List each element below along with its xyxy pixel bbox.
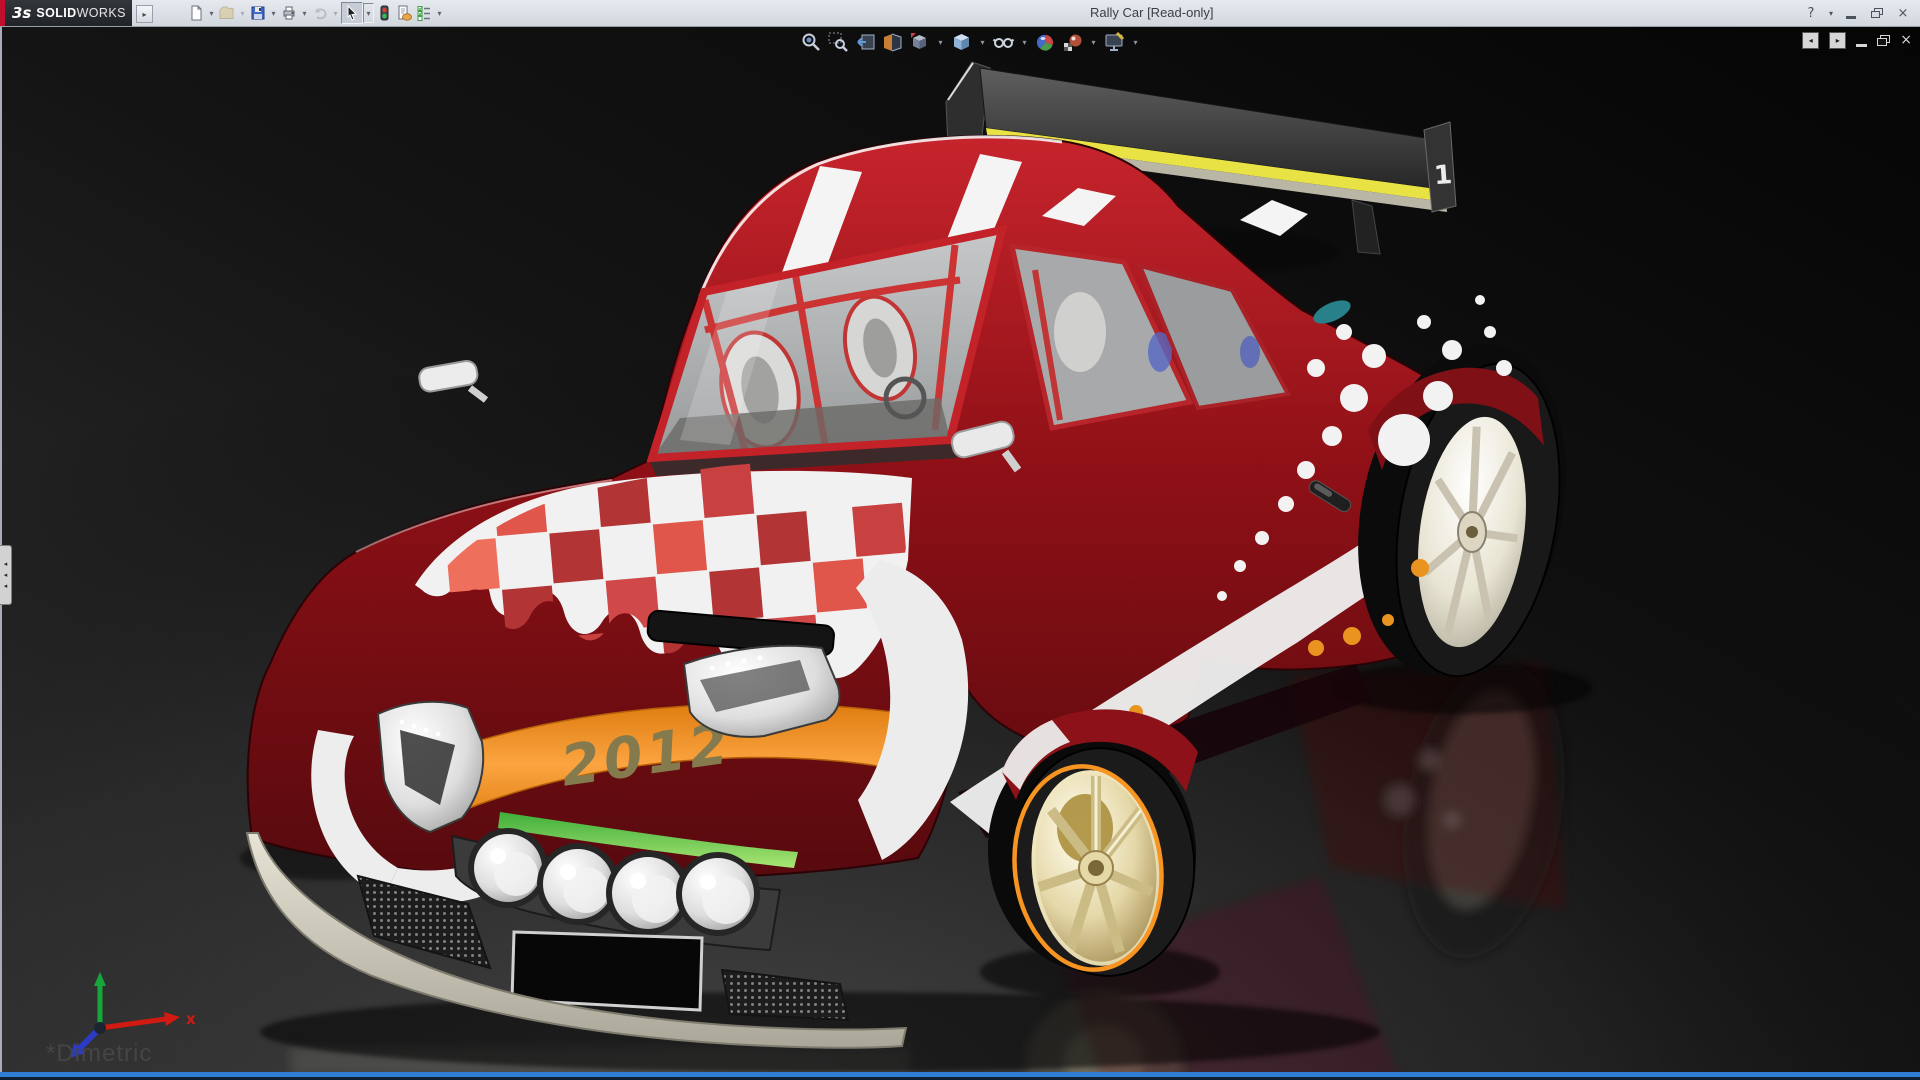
zoom-to-area-icon[interactable]: [827, 31, 850, 54]
display-style-dropdown[interactable]: ▾: [977, 38, 988, 47]
logo-text-solid: SOLID: [36, 6, 76, 20]
restore-icon: [1871, 8, 1883, 18]
view-orientation-icon[interactable]: [908, 31, 931, 54]
restore-button[interactable]: [1866, 3, 1888, 23]
print-button[interactable]: [279, 3, 299, 23]
previous-window-icon[interactable]: ◂: [1802, 32, 1819, 49]
close-button[interactable]: ×: [1892, 3, 1914, 23]
collapse-arrow-icon: ◂: [4, 560, 8, 568]
wing-number: 1: [1433, 160, 1453, 191]
file-properties-button[interactable]: [394, 3, 414, 23]
document-minimize-button[interactable]: [1856, 31, 1867, 49]
view-orientation-dropdown[interactable]: ▾: [935, 38, 946, 47]
select-cursor-icon: [343, 4, 361, 22]
triad-x-label: x: [186, 1010, 196, 1028]
hide-show-items-dropdown[interactable]: ▾: [1019, 38, 1030, 47]
next-window-icon[interactable]: ▸: [1829, 32, 1846, 49]
view-settings-icon[interactable]: [1103, 31, 1126, 54]
help-button[interactable]: ?: [1800, 3, 1822, 23]
view-settings-dropdown[interactable]: ▾: [1130, 38, 1141, 47]
logo-text-works: WORKS: [77, 6, 126, 20]
collapse-arrow-icon: ◂: [4, 571, 8, 579]
open-dropdown[interactable]: ▾: [237, 9, 248, 18]
ds-logo-icon: 3s: [12, 4, 31, 22]
previous-view-icon[interactable]: [854, 31, 877, 54]
document-title: Rally Car [Read-only]: [1090, 5, 1214, 20]
collapse-arrow-icon: ◂: [4, 582, 8, 590]
menu-expand-button[interactable]: ▸: [136, 5, 153, 23]
rebuild-traffic-light-icon: [375, 4, 393, 22]
options-button[interactable]: [414, 3, 434, 23]
view-orientation-label: *Dimetric: [46, 1040, 152, 1068]
restore-icon: [1877, 35, 1890, 46]
rebuild-button[interactable]: [374, 3, 394, 23]
edit-appearance-icon[interactable]: [1034, 31, 1057, 54]
print-dropdown[interactable]: ▾: [299, 9, 310, 18]
title-bar: 3s SOLIDWORKS ▸ ▾ ▾ ▾ ▾ ▾ ▾: [0, 0, 1920, 27]
section-view-icon[interactable]: [881, 31, 904, 54]
solidworks-logo: 3s SOLIDWORKS: [0, 0, 132, 26]
window-controls: ? ▾ ×: [1800, 3, 1914, 23]
save-dropdown[interactable]: ▾: [268, 9, 279, 18]
undo-button[interactable]: [310, 3, 330, 23]
open-button[interactable]: [217, 3, 237, 23]
graphics-area[interactable]: 1: [0, 26, 1920, 1080]
standard-toolbar: ▾ ▾ ▾ ▾ ▾ ▾ ▾: [186, 3, 445, 23]
heads-up-view-toolbar: ▾ ▾ ▾ ▾ ▾: [800, 31, 1141, 54]
help-dropdown[interactable]: ▾: [1826, 3, 1836, 23]
apply-scene-icon[interactable]: [1061, 31, 1084, 54]
save-floppy-icon: [249, 4, 267, 22]
document-restore-button[interactable]: [1877, 31, 1890, 49]
minimize-icon: [1856, 44, 1867, 47]
save-button[interactable]: [248, 3, 268, 23]
license-plate: [512, 932, 702, 1010]
new-document-button[interactable]: [186, 3, 206, 23]
zoom-to-fit-icon[interactable]: [800, 31, 823, 54]
apply-scene-dropdown[interactable]: ▾: [1088, 38, 1099, 47]
solidworks-window: 1: [0, 0, 1920, 1080]
new-dropdown[interactable]: ▾: [206, 9, 217, 18]
display-style-icon[interactable]: [950, 31, 973, 54]
feature-tree-collapse-tab[interactable]: ◂ ◂ ◂: [0, 545, 12, 605]
window-bottom-border: [0, 1072, 1920, 1080]
options-checklist-icon: [415, 4, 433, 22]
undo-icon: [311, 4, 329, 22]
select-dropdown[interactable]: ▾: [363, 3, 374, 23]
minimize-button[interactable]: [1840, 3, 1862, 23]
hide-show-items-icon[interactable]: [992, 31, 1015, 54]
undo-dropdown[interactable]: ▾: [330, 9, 341, 18]
minimize-icon: [1846, 16, 1856, 19]
file-properties-icon: [395, 4, 413, 22]
document-window-controls: ◂ ▸ ×: [1802, 31, 1912, 49]
new-document-icon: [187, 4, 205, 22]
print-icon: [280, 4, 298, 22]
open-folder-icon: [218, 4, 236, 22]
options-dropdown[interactable]: ▾: [434, 9, 445, 18]
document-close-button[interactable]: ×: [1900, 31, 1912, 49]
select-button[interactable]: [341, 2, 363, 24]
